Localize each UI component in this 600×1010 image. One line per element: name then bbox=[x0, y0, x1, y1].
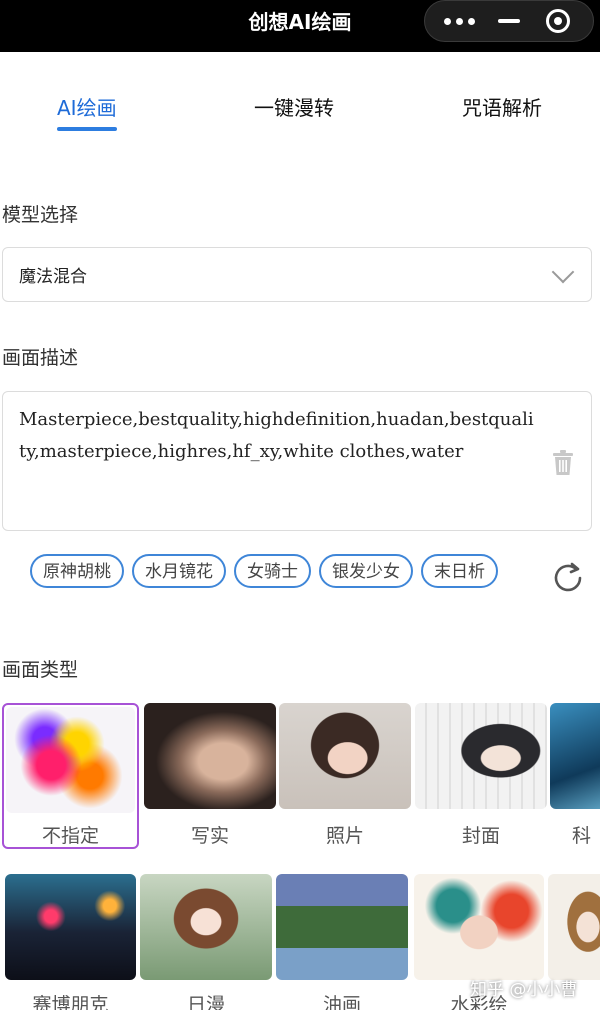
tag-chip[interactable]: 女骑士 bbox=[234, 554, 311, 588]
style-card-cyberpunk[interactable]: 赛博朋克 bbox=[5, 874, 136, 1010]
more-dots-icon bbox=[444, 17, 476, 25]
style-card-label: 赛博朋克 bbox=[32, 994, 109, 1010]
style-card-photo[interactable]: 照片 bbox=[279, 703, 411, 849]
photo-portrait-thumbnail bbox=[279, 703, 411, 809]
chevron-down-icon bbox=[551, 260, 575, 284]
tag-chip[interactable]: 末日析 bbox=[421, 554, 498, 588]
style-card-label: 照片 bbox=[325, 825, 364, 847]
tag-chip[interactable]: 银发少女 bbox=[319, 554, 413, 588]
tag-chip[interactable]: 水月镜花 bbox=[132, 554, 226, 588]
model-select-value: 魔法混合 bbox=[19, 267, 87, 287]
description-text: Masterpiece,bestquality,highdefinition,h… bbox=[19, 409, 534, 462]
style-card-sci[interactable]: 科 bbox=[550, 703, 600, 849]
sci-fi-thumbnail bbox=[550, 703, 600, 809]
style-card-label: 日漫 bbox=[186, 994, 225, 1010]
style-card-label: 封面 bbox=[461, 825, 500, 847]
style-card-realistic[interactable]: 写实 bbox=[144, 703, 276, 849]
style-type-section-label: 画面类型 bbox=[2, 659, 79, 681]
model-section-label: 模型选择 bbox=[2, 204, 79, 226]
minimize-icon bbox=[497, 19, 520, 23]
cyberpunk-street-thumbnail bbox=[5, 874, 136, 980]
more-button[interactable] bbox=[440, 3, 480, 39]
style-card-unspecified[interactable]: 不指定 bbox=[2, 703, 139, 849]
style-grid-row-1: 不指定 写实 照片 封面 科 bbox=[0, 703, 600, 853]
anime-girl-thumbnail bbox=[140, 874, 272, 980]
abstract-paint-thumbnail bbox=[6, 707, 135, 813]
trash-icon[interactable] bbox=[551, 450, 575, 476]
tab-one-click-anime[interactable]: 一键漫转 bbox=[254, 92, 334, 121]
prompt-tag-list: 原神胡桃 水月镜花 女骑士 银发少女 末日析 bbox=[30, 554, 508, 590]
description-section-label: 画面描述 bbox=[2, 347, 79, 369]
style-card-label: 油画 bbox=[322, 994, 361, 1010]
style-card-oil-painting[interactable]: 油画 bbox=[276, 874, 408, 1010]
watercolor-portrait-thumbnail bbox=[414, 874, 544, 980]
style-card-label: 写实 bbox=[190, 825, 229, 847]
model-select[interactable]: 魔法混合 bbox=[2, 247, 592, 302]
style-card-label: 不指定 bbox=[41, 825, 99, 847]
tab-prompt-analysis[interactable]: 咒语解析 bbox=[462, 92, 542, 121]
realistic-portrait-thumbnail bbox=[144, 703, 276, 809]
mini-program-capsule bbox=[424, 0, 594, 42]
style-card-anime[interactable]: 日漫 bbox=[140, 874, 272, 1010]
refresh-icon[interactable] bbox=[550, 560, 586, 596]
close-target-icon bbox=[546, 9, 571, 33]
oil-landscape-thumbnail bbox=[276, 874, 408, 980]
tab-ai-painting[interactable]: AI绘画 bbox=[57, 92, 117, 131]
magazine-cover-thumbnail bbox=[415, 703, 547, 809]
title-bar: 创想AI绘画 bbox=[0, 0, 600, 52]
tab-bar: AI绘画 一键漫转 咒语解析 bbox=[0, 92, 600, 142]
description-textarea[interactable]: Masterpiece,bestquality,highdefinition,h… bbox=[2, 391, 592, 531]
watermark: 知乎 @小小曹 bbox=[470, 980, 578, 1000]
style-card-cover[interactable]: 封面 bbox=[415, 703, 547, 849]
minimize-button[interactable] bbox=[489, 3, 529, 39]
tag-chip[interactable]: 原神胡桃 bbox=[30, 554, 124, 588]
close-button[interactable] bbox=[538, 3, 578, 39]
anime-portrait-thumbnail bbox=[548, 874, 600, 980]
style-card-label: 科 bbox=[572, 825, 592, 847]
